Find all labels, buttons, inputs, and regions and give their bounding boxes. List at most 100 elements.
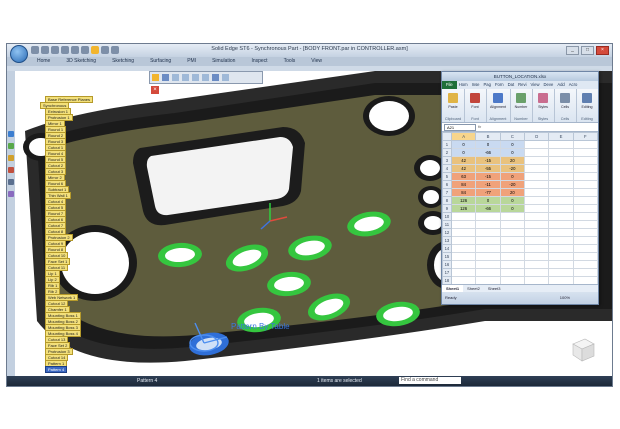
spreadsheet-tab[interactable]: Forn [493,81,506,89]
cell[interactable] [572,180,598,189]
column-header[interactable]: E [548,132,574,141]
pathfinder-item[interactable]: Mounting Boss 2 [45,318,81,325]
sheet-tab[interactable]: Sheet2 [463,285,484,292]
pathfinder-item[interactable]: Round 4 [45,150,67,157]
cell[interactable] [572,244,598,253]
cell[interactable]: 42 [450,156,477,165]
row-header[interactable]: 6 [442,180,452,189]
pathfinder-item[interactable]: Base Reference Planes [45,96,94,103]
pathfinder-item[interactable]: Extrusion 1 [45,108,72,115]
cell[interactable] [548,236,574,245]
pathfinder-item[interactable]: Pattern 1 [45,360,68,367]
cell[interactable]: 20 [499,156,526,165]
cell[interactable] [548,212,574,221]
cell[interactable]: 0 [499,204,526,213]
cell[interactable] [524,196,550,205]
row-header[interactable]: 4 [442,164,452,173]
cell[interactable] [572,268,598,277]
spreadsheet-tab[interactable]: Inse [470,81,482,89]
row-header[interactable]: 9 [442,204,452,213]
tab-home[interactable]: Home [29,57,58,66]
pathfinder-item[interactable]: Rib 2 [45,288,61,295]
pathfinder-item[interactable]: Cutout 2 [45,162,67,169]
cell[interactable] [548,148,574,157]
cell[interactable]: -55 [475,164,501,173]
cell[interactable] [548,204,574,213]
cell[interactable] [572,212,598,221]
command-bar-icon[interactable] [162,74,169,81]
cell[interactable] [572,172,598,181]
cell[interactable]: 84 [450,180,477,189]
pathfinder-item[interactable]: Mounting Boss 3 [45,324,81,331]
tab-pmi[interactable]: PMI [179,57,204,66]
pathfinder-item[interactable]: Thin Wall 1 [45,192,71,199]
cell[interactable] [548,220,574,229]
cell[interactable]: 126 [450,204,477,213]
command-bar-icon[interactable] [212,74,219,81]
cell[interactable]: -77 [475,188,501,197]
cell[interactable] [572,260,598,269]
teamcenter-tab-icon[interactable] [8,191,14,197]
cell[interactable] [450,244,477,253]
pathfinder-item[interactable]: Chamfer 1 [45,306,70,313]
command-bar-icon[interactable] [202,74,209,81]
pathfinder-item[interactable]: Cutout 12 [45,300,69,307]
tab-sketching[interactable]: Sketching [104,57,142,66]
cell[interactable]: -11 [475,180,501,189]
tab-inspect[interactable]: Inspect [243,57,275,66]
cell[interactable] [548,228,574,237]
close-button[interactable]: × [596,46,609,55]
cell[interactable]: 0 [499,172,526,181]
cell[interactable]: 0 [475,196,501,205]
spreadsheet-tab[interactable]: Hom [457,81,470,89]
cell[interactable] [475,252,501,261]
cell[interactable] [475,268,501,277]
row-header[interactable]: 5 [442,172,452,181]
tab-surfacing[interactable]: Surfacing [142,57,179,66]
pathfinder-item[interactable]: Protrusion 3 [45,348,73,355]
cell[interactable] [548,156,574,165]
application-button[interactable] [10,45,28,63]
cell[interactable] [548,180,574,189]
cell[interactable] [548,196,574,205]
cell[interactable]: 63 [450,172,477,181]
cell[interactable] [475,220,501,229]
ribbon-command-icon[interactable] [448,93,458,103]
cell[interactable] [499,268,526,277]
ribbon-command-icon[interactable] [516,93,526,103]
cell[interactable]: -66 [475,204,501,213]
cell[interactable] [524,228,550,237]
row-header[interactable]: 15 [442,252,452,261]
maximize-button[interactable]: □ [581,46,594,55]
sheet-tab[interactable]: Sheet1 [442,285,464,292]
pathfinder-item[interactable]: Round 1 [45,126,67,133]
pathfinder-item[interactable]: Synchronous [40,102,70,109]
pathfinder-item[interactable]: Pattern 4 [45,366,68,373]
command-bar-icon[interactable] [172,74,179,81]
cell[interactable] [450,220,477,229]
minimize-button[interactable]: _ [566,46,579,55]
row-header[interactable]: 14 [442,244,452,253]
command-finder-input[interactable]: Find a command [399,377,461,384]
cell[interactable] [548,268,574,277]
cell[interactable]: 20 [499,188,526,197]
pathfinder-item[interactable]: Round 3 [45,138,67,145]
row-header[interactable]: 7 [442,188,452,197]
spreadsheet-tab[interactable]: Deve [542,81,556,89]
cell[interactable] [572,236,598,245]
spreadsheet-tab[interactable]: Pag [482,81,493,89]
cell[interactable] [475,244,501,253]
cell[interactable] [572,164,598,173]
spreadsheet-tab[interactable]: Acro [567,81,580,89]
cell[interactable]: 0 [499,148,526,157]
cell[interactable] [524,148,550,157]
column-header[interactable]: D [524,132,550,141]
cell[interactable]: -15 [475,156,501,165]
name-box[interactable]: A21 [444,124,476,131]
cell[interactable] [524,164,550,173]
row-header[interactable]: 16 [442,260,452,269]
close-command-icon[interactable]: × [151,86,159,94]
row-header[interactable]: 17 [442,268,452,277]
pathfinder-item[interactable]: Rib 1 [45,282,61,289]
row-header[interactable]: 13 [442,236,452,245]
